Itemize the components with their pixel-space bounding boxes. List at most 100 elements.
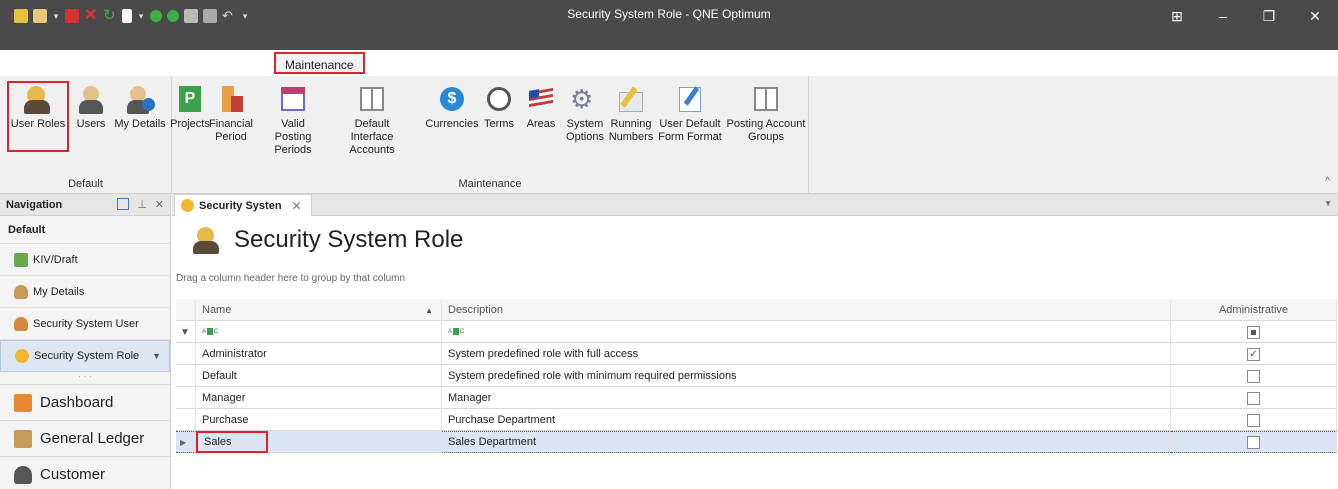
currencies-button[interactable]: $ Currencies: [424, 84, 480, 131]
role-description-cell[interactable]: Purchase Department: [442, 409, 1171, 431]
areas-button[interactable]: Areas: [524, 84, 558, 131]
restore-icon[interactable]: ⊞: [1154, 0, 1200, 32]
valid-posting-periods-button[interactable]: Valid Posting Periods: [266, 84, 320, 157]
row-indicator: [176, 387, 196, 409]
nav-module-general-ledger[interactable]: General Ledger: [0, 420, 170, 456]
financial-period-icon: [216, 84, 246, 114]
nav-module-dashboard[interactable]: Dashboard: [0, 384, 170, 420]
close-icon[interactable]: ✕: [1292, 0, 1338, 32]
nav-item-security-system-user[interactable]: Security System User: [0, 308, 170, 340]
tab-file[interactable]: File: [0, 52, 37, 74]
maximize-icon[interactable]: ❐: [1246, 0, 1292, 32]
table-row[interactable]: Purchase Purchase Department: [176, 409, 1337, 431]
role-name-cell[interactable]: Manager: [196, 387, 442, 409]
nav-item-my-details[interactable]: My Details: [0, 276, 170, 308]
checked-checkbox[interactable]: ✓: [1247, 347, 1260, 361]
users-label: Users: [76, 118, 106, 130]
ribbon-group-title-default: Default: [68, 178, 103, 190]
terms-button[interactable]: Terms: [484, 84, 514, 131]
ribbon-group-maintenance: P Projects Financial Period Valid Postin…: [170, 76, 809, 194]
financial-period-button[interactable]: Financial Period: [206, 84, 256, 144]
role-name-cell[interactable]: Administrator: [196, 343, 442, 365]
nav-item-label: Security System Role: [34, 350, 140, 362]
column-header-administrative[interactable]: Administrative: [1171, 299, 1337, 321]
valid-posting-periods-label: Valid Posting Periods: [274, 118, 312, 156]
dollar-icon: $: [437, 84, 467, 114]
close-panel-icon[interactable]: ✕: [155, 198, 164, 211]
posting-account-groups-button[interactable]: Posting Account Groups: [726, 84, 806, 144]
name-filter-input[interactable]: AC: [196, 321, 442, 343]
minimize-icon[interactable]: –: [1200, 0, 1246, 32]
role-description-cell[interactable]: System predefined role with minimum requ…: [442, 365, 1171, 387]
users-button[interactable]: Users: [72, 84, 110, 131]
table-row[interactable]: Administrator System predefined role wit…: [176, 343, 1337, 365]
user-default-form-format-button[interactable]: User Default Form Format: [656, 84, 724, 144]
nav-module-label: Customer: [40, 466, 106, 483]
tab-maintenance[interactable]: Maintenance: [273, 52, 365, 74]
description-filter-input[interactable]: AC: [442, 321, 1171, 343]
nav-module-label: Dashboard: [40, 394, 114, 411]
running-numbers-label: Running Numbers: [608, 118, 654, 143]
role-description-cell[interactable]: System predefined role with full access: [442, 343, 1171, 365]
administrative-filter-checkbox[interactable]: [1171, 321, 1337, 343]
column-header-description[interactable]: Description: [442, 299, 1171, 321]
splitter-handle[interactable]: · · ·: [0, 372, 170, 384]
projects-button[interactable]: P Projects: [170, 84, 210, 131]
administrative-cell[interactable]: [1171, 431, 1337, 453]
text-filter-icon: AC: [202, 328, 219, 336]
posting-account-groups-label: Posting Account Groups: [726, 118, 806, 143]
table-row-selected[interactable]: ▶ Sales Sales Department: [176, 431, 1337, 453]
table-row[interactable]: Manager Manager: [176, 387, 1337, 409]
tab-edit[interactable]: Edit: [87, 52, 126, 74]
collapse-ribbon-icon[interactable]: ^: [1325, 176, 1330, 187]
clock-icon: [484, 84, 514, 114]
row-indicator-header: [176, 299, 196, 321]
doc-tab-security-system-role[interactable]: Security Systen ✕: [174, 194, 312, 216]
column-header-name[interactable]: Name ▲: [196, 299, 442, 321]
ribbon: User Roles Users My Details Default P Pr…: [0, 76, 1338, 194]
default-interface-accounts-button[interactable]: Default Interface Accounts: [334, 84, 410, 157]
navigation-section-default: Default: [0, 216, 170, 244]
role-description-cell[interactable]: Manager: [442, 387, 1171, 409]
role-name-cell[interactable]: Default: [196, 365, 442, 387]
administrative-cell[interactable]: [1171, 365, 1337, 387]
role-name-cell[interactable]: Purchase: [196, 409, 442, 431]
panel-layout-icon[interactable]: [117, 198, 130, 210]
group-panel[interactable]: Drag a column header here to group by th…: [176, 273, 405, 284]
role-name-cell[interactable]: Sales: [196, 431, 268, 453]
user-roles-button[interactable]: User Roles: [7, 81, 69, 152]
role-description-cell[interactable]: Sales Department: [442, 431, 1171, 453]
administrative-cell[interactable]: [1171, 387, 1337, 409]
my-details-icon: [125, 84, 155, 114]
unchecked-checkbox[interactable]: [1247, 369, 1260, 383]
tab-view[interactable]: View: [126, 52, 170, 74]
close-tab-icon[interactable]: ✕: [292, 199, 302, 213]
nav-item-security-system-role[interactable]: Security System Role ▼: [0, 340, 170, 372]
document-tab-strip: Security Systen ✕ ▼: [172, 194, 1338, 216]
row-indicator: [176, 365, 196, 387]
chevron-down-icon[interactable]: ▼: [152, 351, 161, 361]
tab-home[interactable]: Home: [37, 52, 87, 74]
unchecked-checkbox[interactable]: [1247, 391, 1260, 405]
tab-inquiry[interactable]: Inquiry: [216, 52, 270, 74]
auto-filter-row: ▼ AC AC: [176, 321, 1337, 343]
tab-list-dropdown-icon[interactable]: ▼: [1324, 199, 1332, 208]
pin-icon[interactable]: ⊥: [137, 198, 147, 211]
nav-item-kiv-draft[interactable]: KIV/Draft: [0, 244, 170, 276]
nav-module-customer[interactable]: Customer: [0, 456, 170, 489]
administrative-cell[interactable]: ✓: [1171, 343, 1337, 365]
user-key-icon: [14, 316, 28, 331]
administrative-cell[interactable]: [1171, 409, 1337, 431]
user-default-form-format-label: User Default Form Format: [658, 118, 722, 143]
current-row-indicator-icon: ▶: [176, 431, 196, 453]
running-numbers-button[interactable]: Running Numbers: [608, 84, 654, 144]
unchecked-checkbox[interactable]: [1247, 413, 1260, 427]
my-details-button[interactable]: My Details: [112, 84, 168, 131]
ribbon-group-default: User Roles Users My Details Default: [0, 76, 172, 194]
edit-form-icon: [675, 84, 705, 114]
tab-tools[interactable]: Tools: [170, 52, 216, 74]
table-row[interactable]: Default System predefined role with mini…: [176, 365, 1337, 387]
system-options-button[interactable]: ⚙ System Options: [564, 84, 606, 144]
unchecked-checkbox[interactable]: [1247, 435, 1260, 449]
customer-icon: [14, 465, 32, 484]
